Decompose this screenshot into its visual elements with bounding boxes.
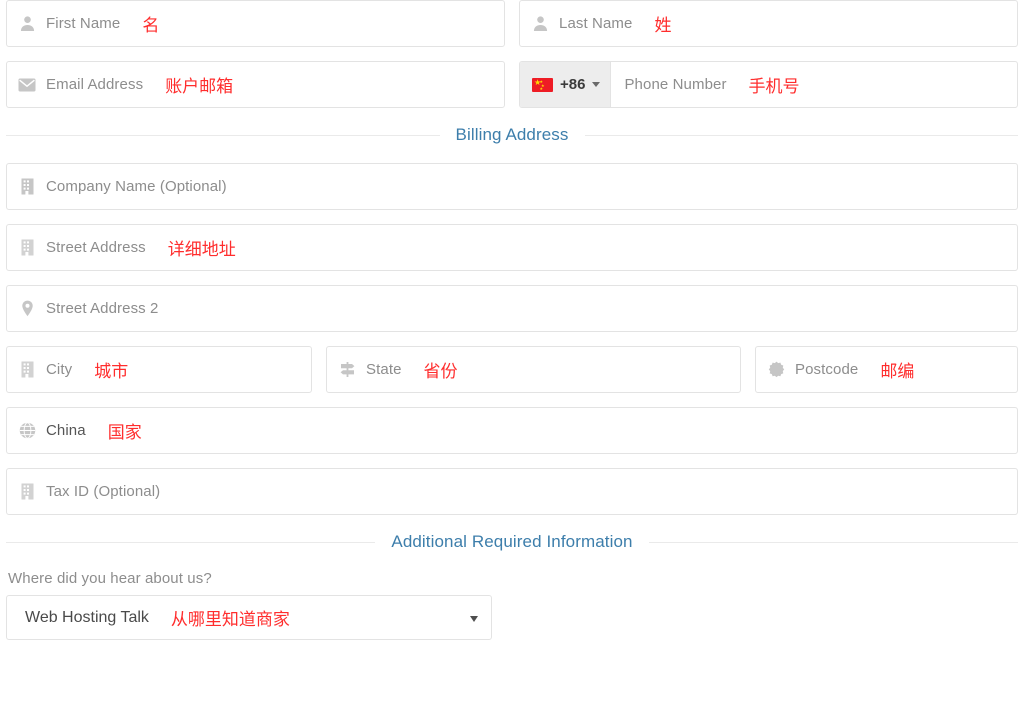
email-address-field[interactable]: Email Address 账户邮箱 [6,61,505,108]
envelope-icon [17,75,37,95]
state-placeholder: State [366,361,402,378]
country-row: China 国家 [6,407,1018,454]
company-name-row: Company Name (Optional) [6,163,1018,210]
city-field[interactable]: City 城市 [6,346,312,393]
last-name-annotation: 姓 [654,16,672,36]
street-address-2-field[interactable]: Street Address 2 [6,285,1018,332]
company-name-placeholder: Company Name (Optional) [46,178,227,195]
user-icon [530,14,550,34]
phone-col: ★ ★ ★ ★ +86 Phone Number 手机号 [519,61,1018,108]
map-pin-icon [17,299,37,319]
registration-form-page: First Name 名 Last Name 姓 Email Address 账… [0,0,1024,712]
building-icon [17,360,37,380]
hear-about-us-selected-value: Web Hosting Talk [25,608,149,626]
last-name-col: Last Name 姓 [519,0,1018,47]
state-col: State 省份 [326,346,741,393]
contact-row: Email Address 账户邮箱 ★ ★ ★ ★ +86 Phone Num [6,61,1018,108]
tax-id-placeholder: Tax ID (Optional) [46,483,161,500]
caret-down-icon [592,82,601,87]
last-name-placeholder: Last Name [559,15,633,32]
first-name-field[interactable]: First Name 名 [6,0,505,47]
postcode-field[interactable]: Postcode 邮编 [755,346,1018,393]
divider-line-right [584,134,1019,136]
state-field[interactable]: State 省份 [326,346,741,393]
street-address-2-row: Street Address 2 [6,285,1018,332]
country-annotation: 国家 [107,423,142,443]
billing-address-title: Billing Address [455,125,569,144]
additional-info-title: Additional Required Information [391,532,633,551]
state-annotation: 省份 [423,362,458,382]
country-col: China 国家 [6,407,1018,454]
street-address-2-col: Street Address 2 [6,285,1018,332]
city-state-postcode-row: City 城市 State 省份 Postcode 邮编 [6,346,1018,393]
user-icon [17,14,37,34]
street-address-2-placeholder: Street Address 2 [46,300,159,317]
email-address-annotation: 账户邮箱 [165,77,234,97]
street-address-row: Street Address 详细地址 [6,224,1018,271]
street-address-col: Street Address 详细地址 [6,224,1018,271]
building-icon [17,177,37,197]
first-name-col: First Name 名 [6,0,505,47]
phone-number-input[interactable]: Phone Number 手机号 [611,62,1017,107]
phone-number-placeholder: Phone Number [624,76,727,93]
additional-info-divider: Additional Required Information [6,532,1018,552]
hear-about-us-annotation: 从哪里知道商家 [170,610,290,630]
hear-about-us-label: Where did you hear about us? [8,570,212,587]
street-address-field[interactable]: Street Address 详细地址 [6,224,1018,271]
postcode-col: Postcode 邮编 [755,346,1018,393]
building-icon [17,238,37,258]
tax-id-col: Tax ID (Optional) [6,468,1018,515]
street-address-placeholder: Street Address [46,239,146,256]
company-name-col: Company Name (Optional) [6,163,1018,210]
china-flag-icon: ★ ★ ★ ★ [532,77,553,92]
phone-number-field[interactable]: ★ ★ ★ ★ +86 Phone Number 手机号 [519,61,1018,108]
email-address-placeholder: Email Address [46,76,144,93]
certificate-icon [766,360,786,380]
building-icon [17,482,37,502]
country-code-selector[interactable]: ★ ★ ★ ★ +86 [520,62,612,107]
city-annotation: 城市 [94,362,129,382]
country-value: China [46,422,86,439]
country-code-value: +86 [560,76,586,93]
hear-about-us-select[interactable]: Web Hosting Talk 从哪里知道商家 [6,595,492,640]
first-name-annotation: 名 [142,16,160,36]
city-col: City 城市 [6,346,312,393]
name-row: First Name 名 Last Name 姓 [6,0,1018,47]
postcode-annotation: 邮编 [880,362,915,382]
tax-id-row: Tax ID (Optional) [6,468,1018,515]
map-signs-icon [337,360,357,380]
divider-line-left [6,541,376,543]
postcode-placeholder: Postcode [795,361,859,378]
billing-address-divider: Billing Address [6,125,1019,145]
company-name-field[interactable]: Company Name (Optional) [6,163,1018,210]
email-col: Email Address 账户邮箱 [6,61,505,108]
hear-about-us-group: Where did you hear about us? Web Hosting… [6,570,1018,640]
phone-number-annotation: 手机号 [748,77,800,97]
last-name-field[interactable]: Last Name 姓 [519,0,1018,47]
caret-down-icon [470,615,478,622]
street-address-annotation: 详细地址 [167,240,236,260]
tax-id-field[interactable]: Tax ID (Optional) [6,468,1018,515]
divider-line-right [648,541,1018,543]
first-name-placeholder: First Name [46,15,121,32]
country-field[interactable]: China 国家 [6,407,1018,454]
city-placeholder: City [46,361,73,378]
divider-line-left [6,134,440,136]
globe-icon [17,421,37,441]
